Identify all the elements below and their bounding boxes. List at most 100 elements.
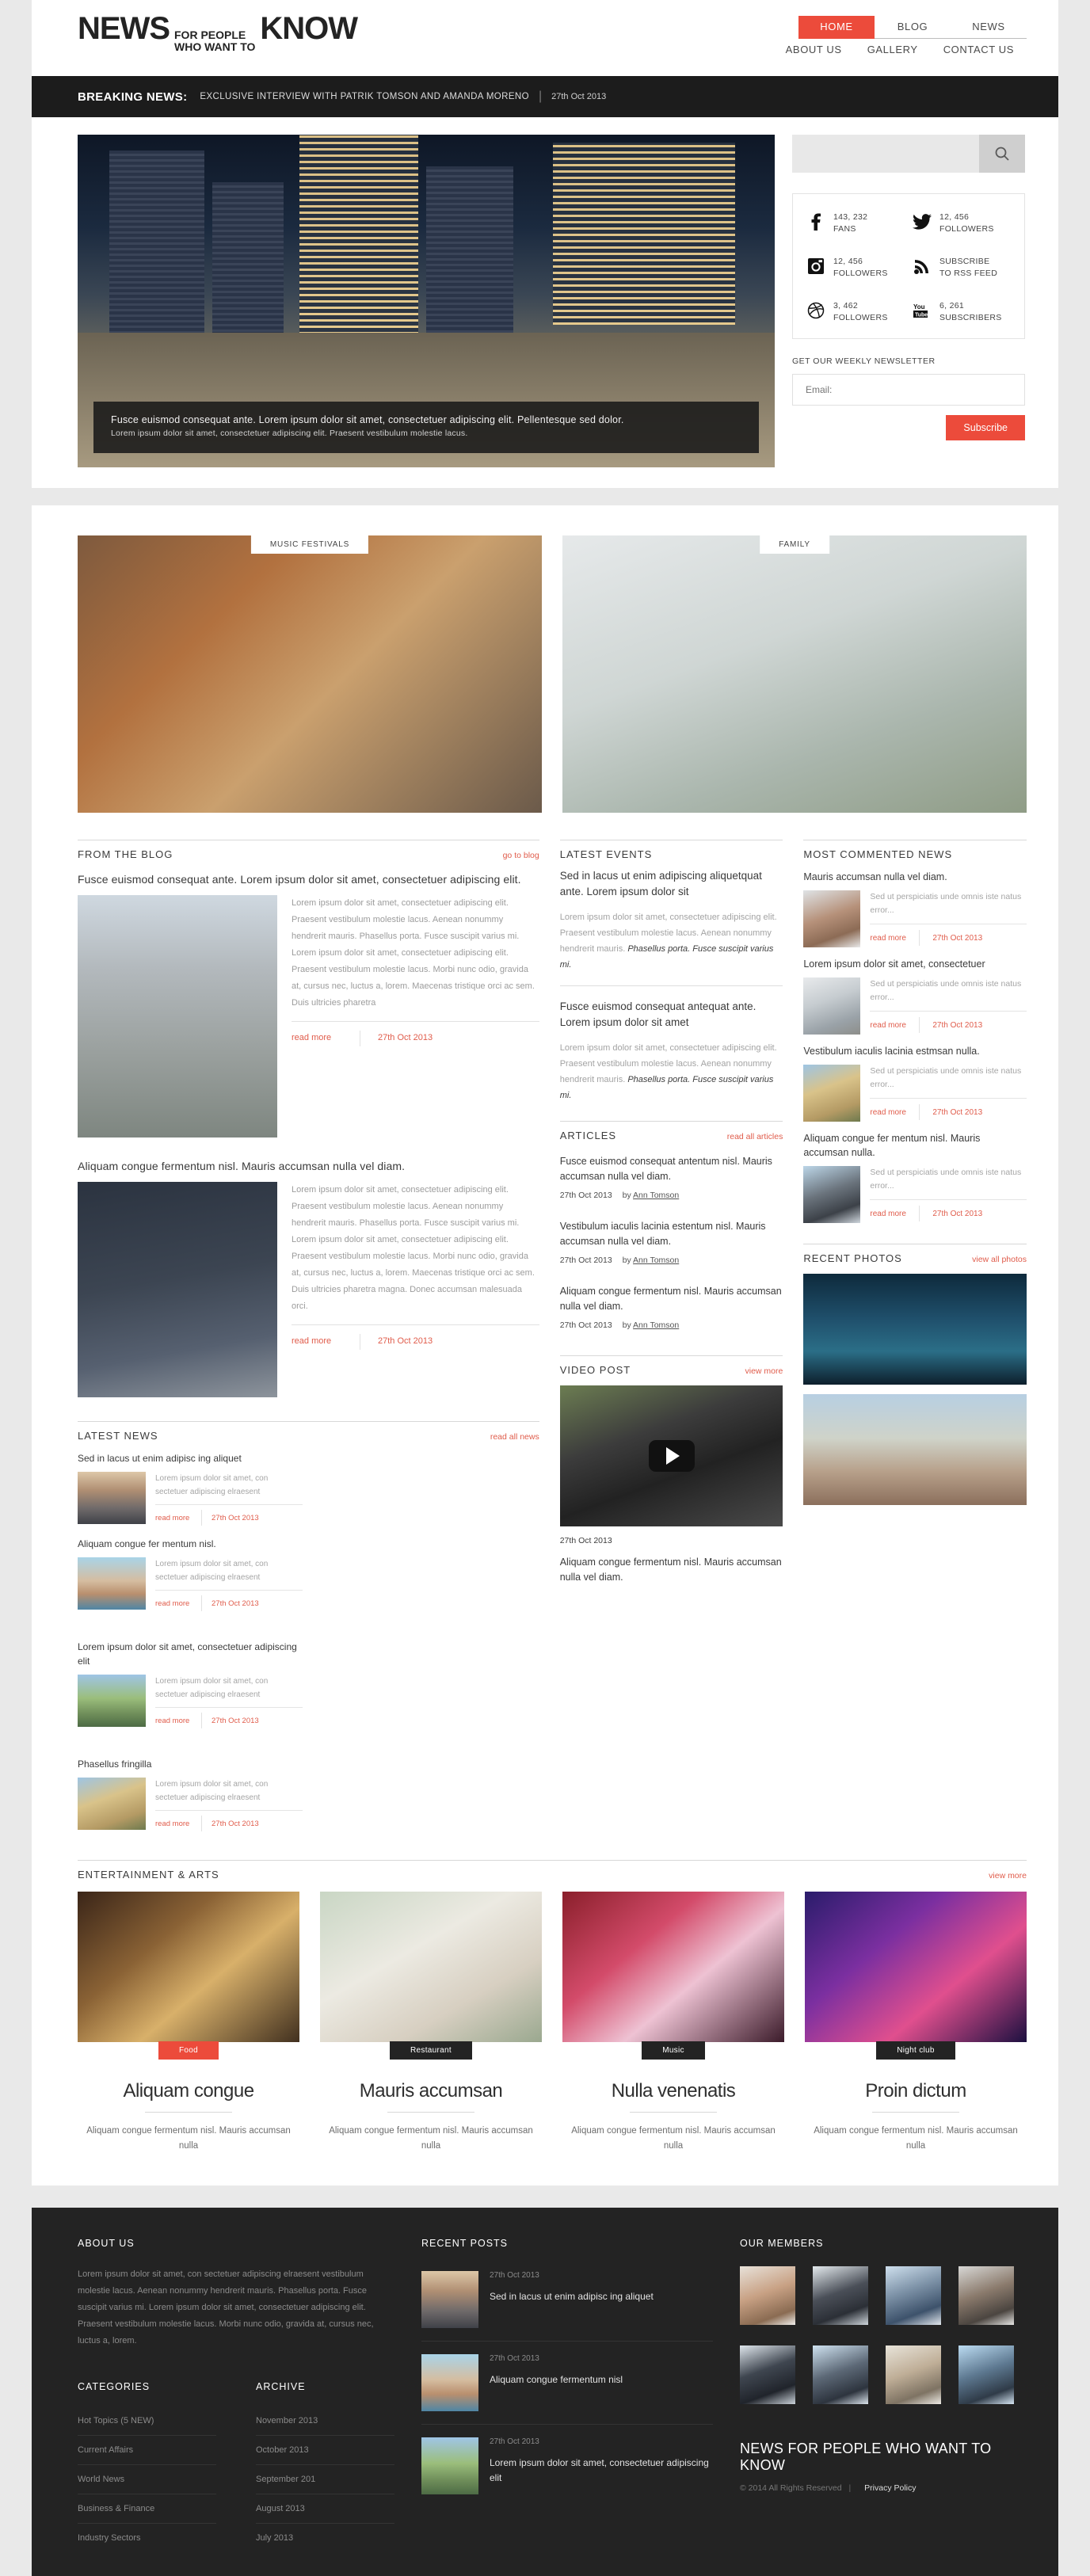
latest-news-item-4-read-more[interactable]: read more — [155, 1820, 201, 1828]
view-all-photos-link[interactable]: view all photos — [972, 1255, 1027, 1264]
social-item-facebook[interactable]: 143, 232 FANS — [806, 211, 905, 235]
blog-post-2-read-more[interactable]: read more — [292, 1333, 360, 1350]
most-commented-item-1-title[interactable]: Mauris accumsan nulla vel diam. — [803, 870, 1027, 884]
article-item-1-author[interactable]: Ann Tomson — [633, 1191, 679, 1200]
latest-news-item-4-title[interactable]: Phasellus fringilla — [78, 1757, 303, 1771]
footer-archive-item[interactable]: September 201 — [256, 2465, 394, 2494]
entertainment-card-2-tag[interactable]: Restaurant — [390, 2041, 472, 2060]
blog-post-1-image[interactable] — [78, 895, 277, 1137]
search-button[interactable] — [979, 135, 1025, 173]
social-item-instagram[interactable]: 12, 456 FOLLOWERS — [806, 256, 905, 280]
event-item-2-title[interactable]: Fusce euismod consequat antequat ante. L… — [560, 999, 783, 1031]
member-avatar[interactable] — [813, 2345, 868, 2404]
footer-recent-post-3[interactable]: 27th Oct 2013 Lorem ipsum dolor sit amet… — [421, 2425, 713, 2507]
read-all-news-link[interactable]: read all news — [490, 1432, 539, 1442]
latest-news-item-2-read-more[interactable]: read more — [155, 1599, 201, 1608]
entertainment-card-1-name[interactable]: Aliquam congue — [78, 2080, 299, 2102]
latest-news-item-1-image[interactable] — [78, 1472, 146, 1524]
footer-recent-post-2[interactable]: 27th Oct 2013 Aliquam congue fermentum n… — [421, 2342, 713, 2425]
hero-image[interactable]: Fusce euismod consequat ante. Lorem ipsu… — [78, 135, 775, 467]
member-avatar[interactable] — [740, 2266, 795, 2325]
most-commented-item-2-read-more[interactable]: read more — [870, 1021, 919, 1030]
entertainment-card-2-image[interactable] — [320, 1892, 542, 2042]
member-avatar[interactable] — [886, 2345, 941, 2404]
nav-item-news[interactable]: NEWS — [951, 16, 1027, 39]
article-item-2-title[interactable]: Vestibulum iaculis lacinia estentum nisl… — [560, 1219, 783, 1249]
entertainment-view-more-link[interactable]: view more — [989, 1871, 1027, 1881]
subscribe-button[interactable]: Subscribe — [946, 415, 1025, 440]
search-input[interactable] — [792, 135, 979, 173]
latest-news-item-3-title[interactable]: Lorem ipsum dolor sit amet, consectetuer… — [78, 1640, 303, 1668]
latest-news-item-3-image[interactable] — [78, 1675, 146, 1727]
blog-post-2-image[interactable] — [78, 1182, 277, 1397]
blog-post-1-read-more[interactable]: read more — [292, 1030, 360, 1046]
most-commented-item-4-read-more[interactable]: read more — [870, 1210, 919, 1218]
latest-news-item-2-title[interactable]: Aliquam congue fer mentum nisl. — [78, 1537, 303, 1551]
latest-news-item-2-image[interactable] — [78, 1557, 146, 1610]
member-avatar[interactable] — [959, 2266, 1014, 2325]
footer-category-item[interactable]: Current Affairs — [78, 2436, 216, 2465]
nav-item-home[interactable]: HOME — [798, 16, 875, 39]
video-thumbnail[interactable] — [559, 1385, 783, 1526]
most-commented-item-1-image[interactable] — [803, 890, 861, 947]
go-to-blog-link[interactable]: go to blog — [503, 851, 539, 860]
social-item-youtube[interactable]: You Tube 6, 261 SUBSCRIBERS — [912, 300, 1012, 324]
entertainment-card-3-name[interactable]: Nulla venenatis — [562, 2080, 784, 2102]
video-post-caption[interactable]: Aliquam congue fermentum nisl. Mauris ac… — [560, 1555, 783, 1585]
feature-card-family[interactable]: FAMILY — [562, 535, 1027, 813]
article-item-3-title[interactable]: Aliquam congue fermentum nisl. Mauris ac… — [560, 1284, 783, 1314]
latest-news-item-1-read-more[interactable]: read more — [155, 1514, 201, 1522]
footer-archive-item[interactable]: October 2013 — [256, 2436, 394, 2465]
footer-recent-post-1[interactable]: 27th Oct 2013 Sed in lacus ut enim adipi… — [421, 2258, 713, 2342]
most-commented-item-4-image[interactable] — [803, 1166, 861, 1223]
most-commented-item-2-title[interactable]: Lorem ipsum dolor sit amet, consectetuer — [803, 957, 1027, 971]
nav-item-blog[interactable]: BLOG — [875, 16, 951, 39]
entertainment-card-4-image[interactable] — [805, 1892, 1027, 2042]
nav-item-gallery[interactable]: GALLERY — [855, 39, 931, 61]
event-item-1-title[interactable]: Sed in lacus ut enim adipiscing aliquetq… — [560, 868, 783, 900]
article-item-2-author[interactable]: Ann Tomson — [633, 1256, 679, 1265]
most-commented-item-4-title[interactable]: Aliquam congue fer mentum nisl. Mauris a… — [803, 1131, 1027, 1160]
footer-archive-item[interactable]: November 2013 — [256, 2406, 394, 2436]
most-commented-item-3-read-more[interactable]: read more — [870, 1108, 919, 1117]
footer-archive-item[interactable]: August 2013 — [256, 2494, 394, 2524]
entertainment-card-2-name[interactable]: Mauris accumsan — [320, 2080, 542, 2102]
most-commented-item-1-read-more[interactable]: read more — [870, 934, 919, 943]
article-item-1-title[interactable]: Fusce euismod consequat antentum nisl. M… — [560, 1154, 783, 1184]
member-avatar[interactable] — [740, 2345, 795, 2404]
social-item-dribbble[interactable]: 3, 462 FOLLOWERS — [806, 300, 905, 324]
footer-category-item[interactable]: Industry Sectors — [78, 2524, 216, 2552]
read-all-articles-link[interactable]: read all articles — [727, 1132, 783, 1141]
entertainment-card-4-tag[interactable]: Night club — [876, 2041, 955, 2060]
most-commented-item-3-title[interactable]: Vestibulum iaculis lacinia estmsan nulla… — [803, 1044, 1027, 1058]
social-item-twitter[interactable]: 12, 456 FOLLOWERS — [912, 211, 1012, 235]
footer-category-item[interactable]: Hot Topics (5 NEW) — [78, 2406, 216, 2436]
entertainment-card-1-image[interactable] — [78, 1892, 299, 2042]
recent-photo-2[interactable] — [803, 1394, 1027, 1505]
blog-post-1-title[interactable]: Fusce euismod consequat ante. Lorem ipsu… — [78, 871, 539, 887]
footer-category-item[interactable]: Business & Finance — [78, 2494, 216, 2524]
newsletter-email-input[interactable] — [792, 374, 1025, 406]
nav-item-contact-us[interactable]: CONTACT US — [931, 39, 1027, 61]
member-avatar[interactable] — [886, 2266, 941, 2325]
footer-archive-item[interactable]: July 2013 — [256, 2524, 394, 2552]
social-item-rss[interactable]: SUBSCRIBE TO RSS FEED — [912, 256, 1012, 280]
breaking-news-headline[interactable]: EXCLUSIVE INTERVIEW WITH PATRIK TOMSON A… — [200, 92, 529, 101]
entertainment-card-3-image[interactable] — [562, 1892, 784, 2042]
most-commented-item-2-image[interactable] — [803, 977, 861, 1035]
video-view-more-link[interactable]: view more — [745, 1366, 783, 1376]
entertainment-card-3-tag[interactable]: Music — [642, 2041, 705, 2060]
most-commented-item-3-image[interactable] — [803, 1065, 861, 1122]
privacy-policy-link[interactable]: Privacy Policy — [864, 2483, 916, 2493]
member-avatar[interactable] — [959, 2345, 1014, 2404]
member-avatar[interactable] — [813, 2266, 868, 2325]
entertainment-card-4-name[interactable]: Proin dictum — [805, 2080, 1027, 2102]
nav-item-about-us[interactable]: ABOUT US — [773, 39, 855, 61]
site-logo[interactable]: NEWS FOR PEOPLE WHO WANT TO KNOW — [78, 11, 358, 53]
article-item-3-author[interactable]: Ann Tomson — [633, 1320, 679, 1330]
latest-news-item-4-image[interactable] — [78, 1778, 146, 1830]
latest-news-item-1-title[interactable]: Sed in lacus ut enim adipisc ing aliquet — [78, 1451, 303, 1465]
recent-photo-1[interactable] — [803, 1274, 1027, 1385]
entertainment-card-1-tag[interactable]: Food — [158, 2041, 219, 2060]
blog-post-2-title[interactable]: Aliquam congue fermentum nisl. Mauris ac… — [78, 1158, 539, 1174]
